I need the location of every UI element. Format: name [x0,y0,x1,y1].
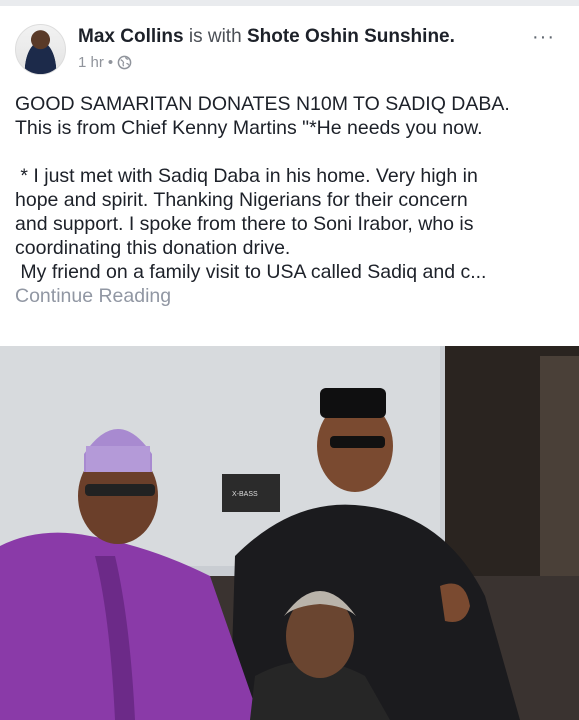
top-divider [0,0,579,6]
globe-icon [117,55,132,70]
post-text: GOOD SAMARITAN DONATES N10M TO SADIQ DAB… [15,92,567,308]
post-line-gap [15,140,567,164]
continue-reading-link[interactable]: Continue Reading [15,284,567,308]
post-line: coordinating this donation drive. [15,237,291,259]
more-options-button[interactable]: ··· [532,26,555,49]
post-photo[interactable]: X-BASS [0,346,579,720]
post-line: My friend on a family visit to USA calle… [15,261,487,283]
meta-separator: • [107,54,114,71]
with-text: is with [188,26,242,47]
device-label: X-BASS [232,491,258,498]
post-line: * I just met with Sadiq Daba in his home… [15,165,478,187]
post-header: Max Collins is with Shote Oshin Sunshine… [15,24,565,80]
tagged-name[interactable]: Shote Oshin Sunshine. [247,26,455,47]
author-avatar[interactable] [15,24,66,75]
post-line: and support. I spoke from there to Soni … [15,213,474,235]
photo-illustration: X-BASS [0,346,579,720]
post-meta: 1 hr • [78,54,132,71]
post-line: This is from Chief Kenny Martins "*He ne… [15,117,483,139]
post-line: hope and spirit. Thanking Nigerians for … [15,189,468,211]
post-line: GOOD SAMARITAN DONATES N10M TO SADIQ DAB… [15,93,510,115]
post-time[interactable]: 1 hr [78,54,104,71]
author-name[interactable]: Max Collins [78,26,184,47]
post-title-line: Max Collins is with Shote Oshin Sunshine… [78,24,455,50]
